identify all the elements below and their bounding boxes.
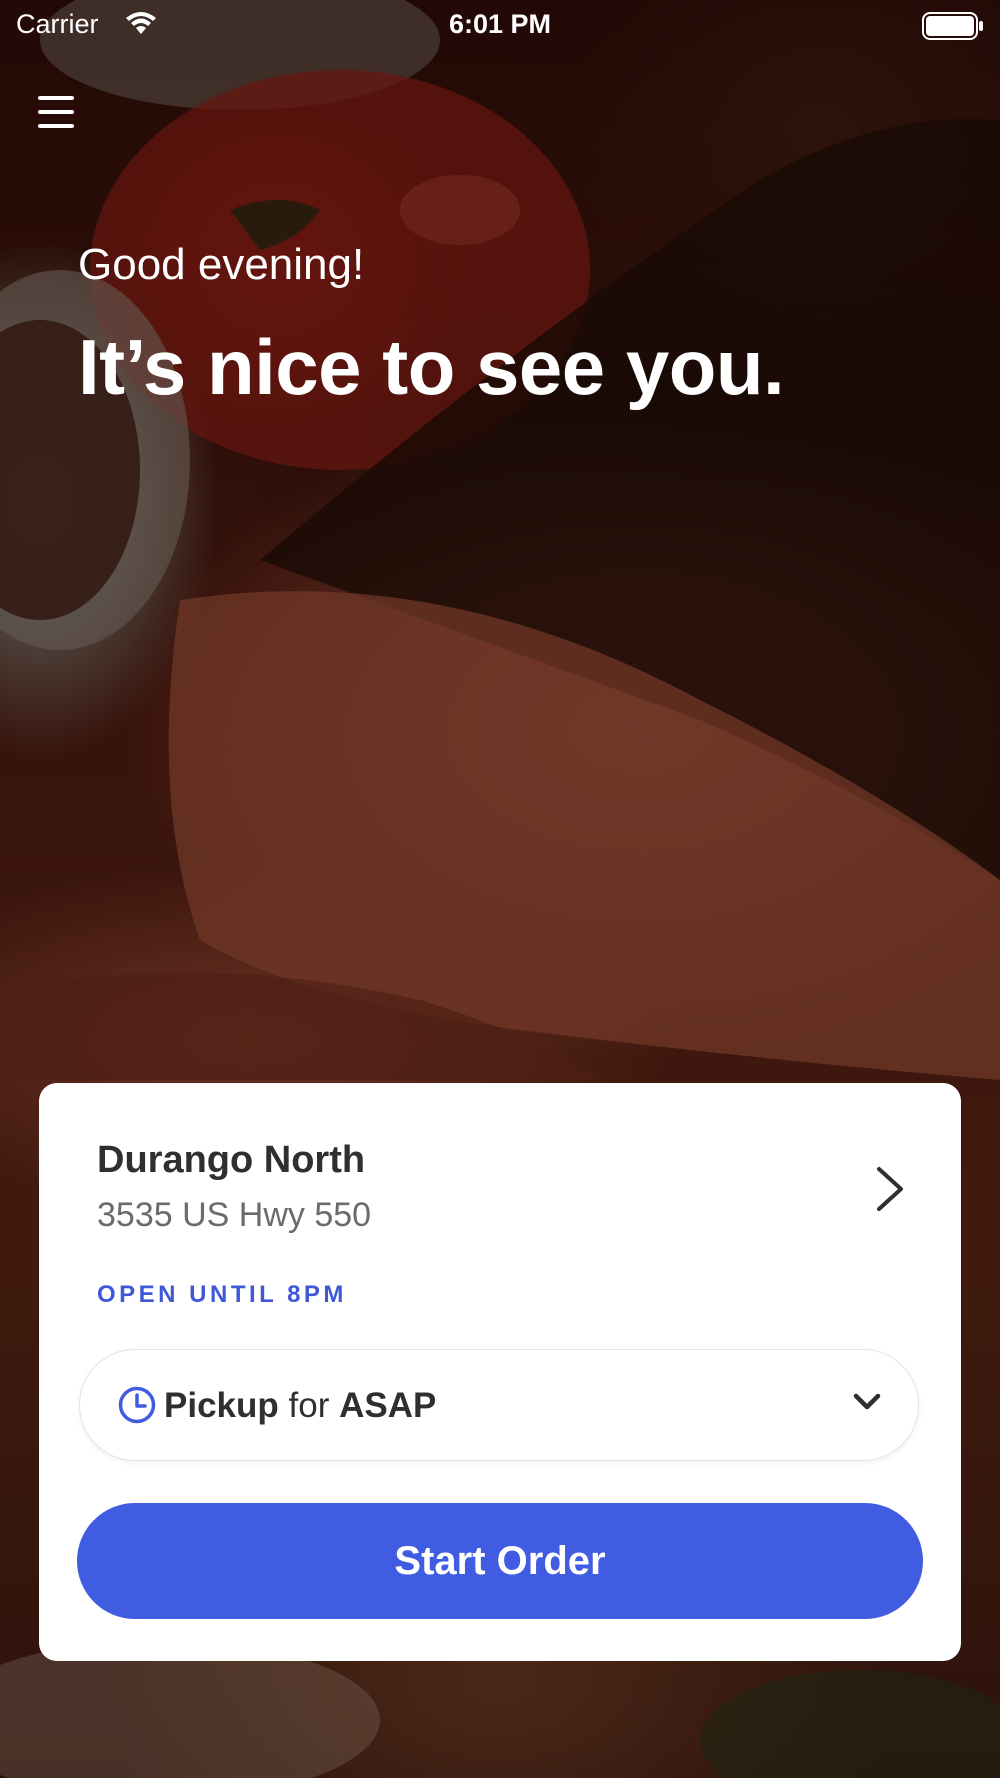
order-timing-label: ASAP xyxy=(339,1386,437,1425)
location-address: 3535 US Hwy 550 xyxy=(97,1196,372,1234)
location-selector[interactable]: Durango North 3535 US Hwy 550 xyxy=(39,1083,961,1253)
status-bar: Carrier 6:01 PM xyxy=(0,0,1000,50)
chevron-right-icon xyxy=(875,1165,905,1218)
order-card: Durango North 3535 US Hwy 550 OPEN UNTIL… xyxy=(39,1083,961,1661)
clock-icon xyxy=(118,1386,156,1429)
battery-icon xyxy=(922,12,984,47)
order-method-dropdown[interactable]: Pickup for ASAP xyxy=(79,1349,919,1461)
order-connector-label: for xyxy=(288,1386,330,1425)
start-order-button[interactable]: Start Order xyxy=(77,1503,923,1619)
chevron-down-icon xyxy=(852,1392,882,1417)
greeting-text: Good evening! xyxy=(78,240,365,289)
order-method-text: Pickup for ASAP xyxy=(164,1386,436,1426)
open-hours-label: OPEN UNTIL 8PM xyxy=(97,1281,347,1308)
status-time: 6:01 PM xyxy=(448,9,552,39)
location-name: Durango North xyxy=(97,1139,366,1181)
headline-text: It’s nice to see you. xyxy=(78,323,785,411)
order-mode-label: Pickup xyxy=(164,1386,279,1425)
hamburger-menu-icon[interactable] xyxy=(36,94,78,130)
